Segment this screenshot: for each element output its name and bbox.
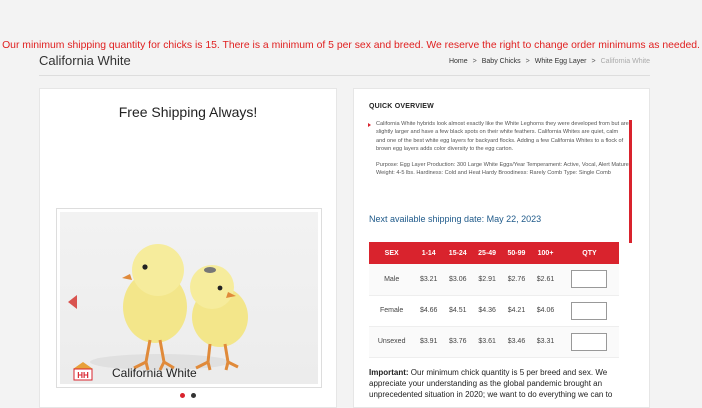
product-photo: HH California White [60, 212, 318, 384]
breadcrumb-home[interactable]: Home [449, 58, 468, 65]
price-cell: $4.36 [478, 307, 496, 314]
table-row: Unsexed $3.91 $3.76 $3.61 $3.46 $3.31 [369, 326, 619, 357]
price-table: SEX 1-14 15-24 25-49 50-99 100+ QTY Male… [369, 242, 619, 358]
price-cell: $3.46 [507, 338, 526, 345]
qty-cell [560, 326, 619, 357]
details-text: Purpose: Egg Layer Production: 300 Large… [376, 161, 629, 177]
price-cell: $3.31 [536, 338, 555, 345]
header-qty: QTY [559, 242, 619, 264]
qty-input-male[interactable] [571, 270, 608, 289]
price-cell: $4.21 [507, 307, 526, 314]
quick-overview-card: QUICK OVERVIEW California White hybrids … [353, 88, 650, 408]
slider-prev-arrow-icon[interactable] [68, 295, 77, 309]
breadcrumb: Home > Baby Chicks > White Egg Layer > Califor… [449, 58, 650, 65]
free-shipping-banner: Free Shipping Always! [118, 104, 258, 120]
price-cell: $4.51 [448, 307, 467, 314]
price-cell: $4.06 [536, 307, 555, 314]
qty-cell [560, 264, 619, 295]
product-caption: California White [112, 366, 197, 380]
important-note: Important: Our minimum chick quantity is… [369, 367, 624, 400]
slider-dot-1[interactable] [180, 393, 185, 398]
price-cell: $2.91 [478, 275, 496, 283]
breadcrumb-baby-chicks[interactable]: Baby Chicks [482, 58, 521, 65]
description-text: California White hybrids look almost exa… [376, 121, 629, 153]
price-cell: $3.91 [419, 338, 438, 345]
header-25-49: 25-49 [472, 242, 502, 264]
brand-logo: HH [73, 362, 93, 381]
price-cell: $2.61 [536, 275, 555, 283]
header-1-14: 1-14 [414, 242, 444, 264]
sex-cell: Female [379, 307, 404, 314]
quick-overview-title: QUICK OVERVIEW [369, 103, 434, 110]
sex-cell: Male [384, 275, 400, 283]
header-50-99: 50-99 [501, 242, 532, 264]
header-sex: SEX [369, 242, 415, 264]
qty-input-unsexed[interactable] [571, 332, 608, 351]
page-title: California White [39, 53, 131, 68]
slider-dots [180, 393, 196, 398]
price-cell: $2.76 [507, 275, 526, 283]
qty-cell [560, 295, 619, 326]
next-shipping-date: Next available shipping date: May 22, 20… [369, 214, 542, 224]
important-label: Important: [369, 368, 409, 377]
product-image-slider: HH California White [56, 208, 322, 388]
breadcrumb-separator: > [525, 58, 530, 65]
table-row: Female $4.66 $4.51 $4.36 $4.21 $4.06 [369, 295, 619, 326]
product-description: California White hybrids look almost exa… [368, 120, 632, 243]
brand-logo-text: HH [77, 371, 89, 380]
header-100-plus: 100+ [531, 242, 560, 264]
price-cell: $3.76 [448, 338, 467, 345]
shipping-notice: Our minimum shipping quantity for chicks… [2, 40, 700, 51]
price-cell: $4.66 [419, 307, 438, 314]
price-cell: $3.21 [419, 275, 438, 283]
price-cell: $3.06 [448, 275, 467, 283]
price-table-header: SEX 1-14 15-24 25-49 50-99 100+ QTY [369, 242, 619, 264]
price-cell: $3.61 [478, 338, 496, 345]
breadcrumb-current: California White [600, 58, 650, 65]
chicks-illustration [90, 244, 248, 371]
page-header: California White Home > Baby Chicks > White … [39, 53, 650, 76]
sex-cell: Unsexed [377, 338, 406, 345]
product-image-card: Free Shipping Always! HH California Whit… [39, 88, 337, 408]
bullet-icon [368, 123, 371, 127]
qty-input-female[interactable] [571, 301, 608, 320]
slider-dot-2[interactable] [191, 393, 196, 398]
breadcrumb-separator: > [472, 58, 477, 65]
breadcrumb-separator: > [591, 58, 596, 65]
table-row: Male $3.21 $3.06 $2.91 $2.76 $2.61 [369, 264, 619, 295]
header-15-24: 15-24 [443, 242, 473, 264]
breadcrumb-white-egg-layer[interactable]: White Egg Layer [535, 58, 587, 65]
